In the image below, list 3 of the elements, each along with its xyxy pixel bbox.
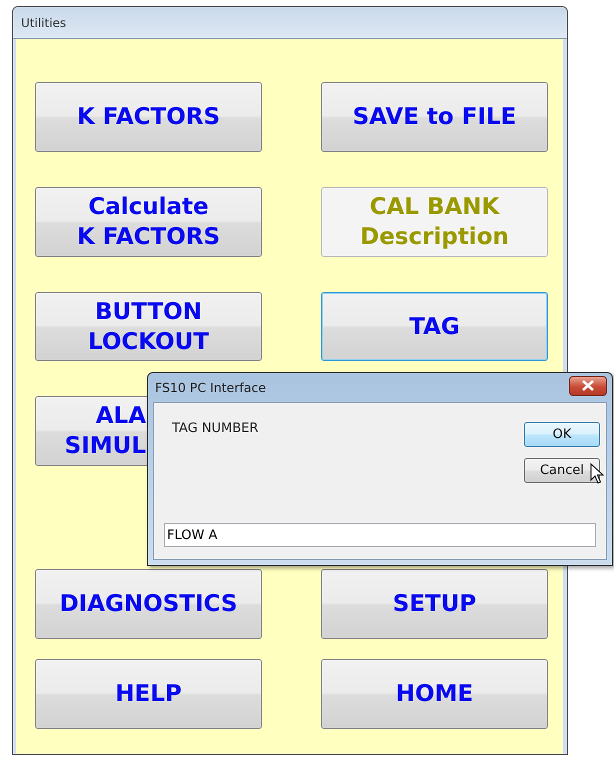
- prompt-label: TAG NUMBER: [171, 420, 260, 438]
- dialog-title: FS10 PC Interface: [155, 380, 266, 395]
- window-title: Utilities: [21, 16, 66, 30]
